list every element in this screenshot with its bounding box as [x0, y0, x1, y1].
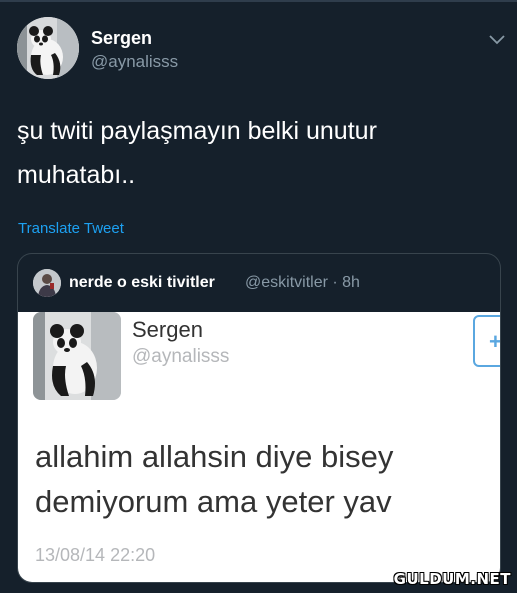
tweet-text: şu twiti paylaşmayın belki unutur muhata… [17, 117, 377, 189]
quoted-user-name[interactable]: nerde o eski tivitler [69, 274, 215, 292]
screenshot-avatar [33, 312, 121, 400]
user-handle[interactable]: @aynalisss [91, 52, 178, 72]
screenshot-follow-button: + [473, 315, 501, 367]
screenshot-tweet-text: allahim allahsin diye bisey demiyorum am… [35, 439, 394, 519]
panda-avatar-image [17, 17, 79, 79]
translate-tweet-link[interactable]: Translate Tweet [18, 220, 124, 237]
avatar[interactable] [17, 17, 79, 79]
quoted-handle-time: @eskitvitler · 8h [245, 274, 360, 291]
screenshot-user-handle: @aynalisss [132, 346, 230, 367]
quoted-avatar[interactable] [33, 269, 61, 297]
tweet-header: Sergen @aynalisss [17, 17, 507, 81]
watermark-logo: GULDUM.NET [393, 570, 511, 588]
user-name[interactable]: Sergen [91, 28, 152, 49]
quoted-tweet-header: nerde o eski tivitler @eskitvitler · 8h [33, 269, 493, 299]
quoted-tweet-card[interactable]: nerde o eski tivitler @eskitvitler · 8h … [17, 253, 501, 583]
quoted-screenshot-image[interactable]: Sergen @aynalisss + allahim allahsin diy… [18, 312, 501, 582]
person-avatar-image [33, 269, 61, 297]
screenshot-timestamp: 13/08/14 22:20 [35, 545, 156, 565]
top-divider [0, 0, 517, 2]
chevron-down-icon[interactable] [487, 29, 507, 49]
screenshot-user-name: Sergen [132, 317, 203, 342]
plus-icon: + [489, 329, 501, 354]
panda-image [33, 312, 121, 400]
